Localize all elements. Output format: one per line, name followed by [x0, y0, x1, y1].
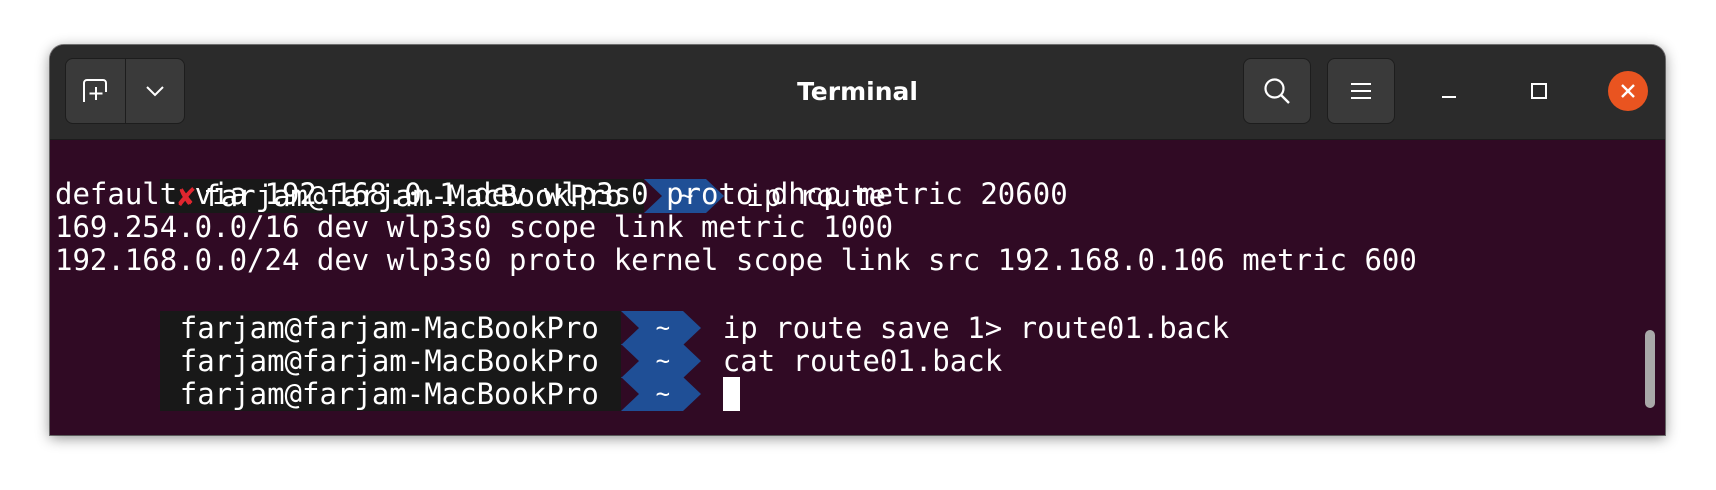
terminal-content[interactable]: ✘ farjam@farjam-MacBookPro ~ ip route defau… — [50, 140, 1665, 435]
new-tab-button-group — [65, 58, 185, 124]
minimize-icon — [1442, 96, 1456, 98]
prompt-user-host: farjam@farjam-MacBookPro — [179, 377, 599, 411]
text-cursor — [722, 377, 740, 411]
hamburger-menu-icon — [1351, 83, 1371, 99]
terminal-line: farjam@farjam-MacBookPro ~ ip route save 1… — [55, 275, 1229, 345]
close-button[interactable] — [1608, 71, 1648, 111]
title-bar: Terminal — [50, 45, 1665, 140]
search-icon — [1264, 78, 1290, 104]
output-line: default via 192.168.0.1 dev wlp3s0 proto… — [55, 177, 1068, 211]
command-input[interactable] — [705, 377, 740, 411]
close-icon — [1621, 84, 1635, 98]
prompt: farjam@farjam-MacBookPro ~ — [159, 377, 705, 411]
prompt-context: farjam@farjam-MacBookPro — [159, 377, 621, 411]
maximize-button[interactable] — [1515, 67, 1563, 115]
chevron-down-icon — [146, 86, 164, 97]
minimize-button[interactable] — [1425, 67, 1473, 115]
terminal-line: ✘ farjam@farjam-MacBookPro ~ ip route — [55, 143, 886, 213]
search-button[interactable] — [1243, 58, 1311, 124]
prompt-directory: ~ — [620, 377, 705, 411]
terminal-window: Terminal ✘ farjam@farjam-MacBookPro ~ ip… — [50, 45, 1665, 435]
output-line: 192.168.0.0/24 dev wlp3s0 proto kernel s… — [55, 243, 1417, 277]
new-tab-button[interactable] — [66, 59, 125, 123]
tab-options-dropdown[interactable] — [124, 59, 185, 123]
command-text: cat route01.back — [722, 344, 1003, 378]
new-tab-icon — [83, 79, 108, 102]
terminal-line: farjam@farjam-MacBookPro ~ — [55, 341, 740, 411]
output-line: 169.254.0.0/16 dev wlp3s0 scope link met… — [55, 210, 894, 244]
terminal-line: farjam@farjam-MacBookPro ~ cat route01.bac… — [55, 308, 1002, 378]
scrollbar-thumb[interactable] — [1645, 330, 1655, 408]
menu-button[interactable] — [1327, 58, 1395, 124]
prompt-dir-label: ~ — [655, 380, 671, 408]
window-title: Terminal — [797, 77, 918, 106]
maximize-icon — [1531, 83, 1547, 99]
